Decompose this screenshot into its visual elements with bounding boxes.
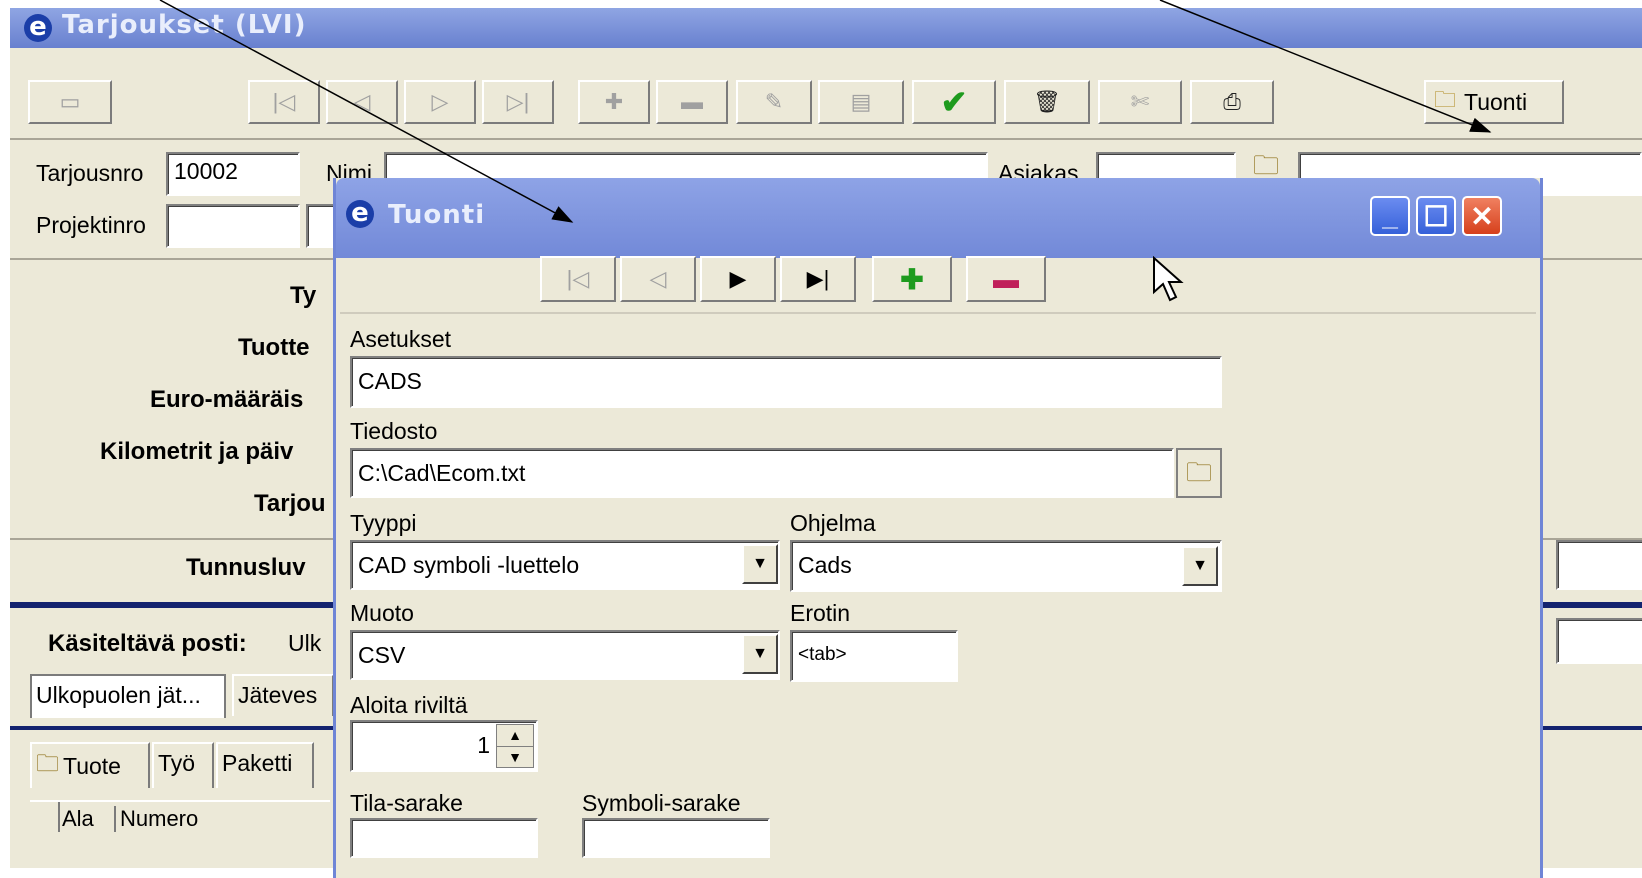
annotation-arrows — [159, 0, 1492, 223]
arrow-to-tuonti — [1159, 0, 1492, 133]
arrow-to-dialog — [159, 0, 574, 223]
